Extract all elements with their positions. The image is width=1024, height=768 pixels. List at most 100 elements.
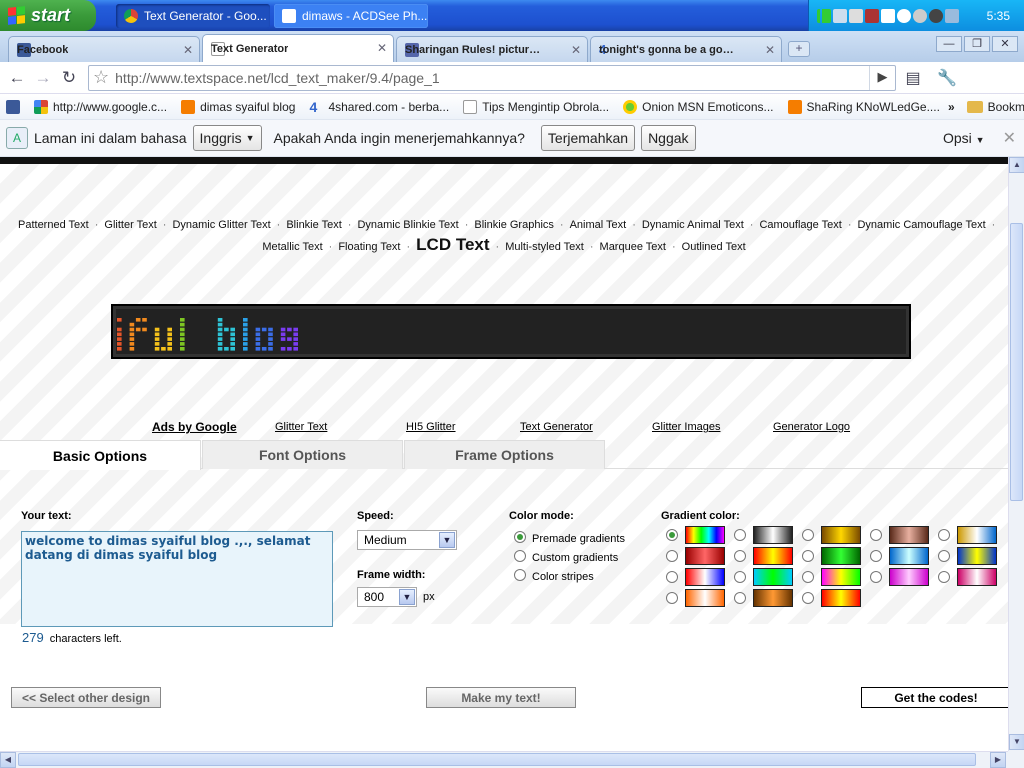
other-bookmarks[interactable]: Bookmark lain [966,100,1024,114]
antivirus-icon[interactable] [881,8,895,23]
style-link[interactable]: Marquee Text [600,241,666,253]
ad-link-generator-logo[interactable]: Generator Logo [773,421,850,433]
gradient-swatch[interactable] [821,526,861,544]
gradient-swatch[interactable] [889,547,929,565]
select-other-design-button[interactable]: << Select other design [11,687,161,708]
your-text-textarea[interactable]: welcome to dimas syaiful blog .,., selam… [21,531,333,627]
page-menu-icon[interactable]: ▤ [896,68,930,88]
color-mode-premade-radio[interactable] [514,531,526,543]
ad-link-hi5-glitter[interactable]: HI5 Glitter [406,421,456,433]
gradient-radio[interactable] [666,529,678,541]
network-icon[interactable] [865,8,879,23]
close-icon[interactable]: ✕ [183,43,193,57]
gradient-swatch[interactable] [889,526,929,544]
gradient-swatch[interactable] [753,547,793,565]
tab-text-generator[interactable]: Text Generator ✕ [202,34,394,62]
tab-sharingan[interactable]: Sharingan Rules! picture b... ✕ [396,36,588,62]
bookmark-dimas-blog[interactable]: dimas syaiful blog [181,99,295,114]
style-link[interactable]: Blinkie Graphics [474,219,553,231]
style-link[interactable]: Metallic Text [262,241,322,253]
tab-facebook[interactable]: Facebook ✕ [8,36,200,62]
gradient-radio[interactable] [870,529,882,541]
gradient-swatch[interactable] [957,547,997,565]
gradient-radio[interactable] [938,550,950,562]
gradient-swatch[interactable] [753,589,793,607]
tab-font-options[interactable]: Font Options [202,440,403,469]
no-translate-button[interactable]: Nggak [641,125,696,151]
gradient-radio[interactable] [734,592,746,604]
gradient-radio[interactable] [802,550,814,562]
close-window-button[interactable]: ✕ [992,36,1018,52]
go-icon[interactable]: ▶ [869,65,895,90]
gradient-swatch[interactable] [821,589,861,607]
address-bar[interactable]: ☆ http://www.textspace.net/lcd_text_make… [88,64,896,91]
vertical-scroll-thumb[interactable] [1010,223,1023,501]
speed-select[interactable]: Medium ▼ [357,530,457,550]
style-link[interactable]: Dynamic Animal Text [642,219,744,231]
translate-button[interactable]: Terjemahkan [540,125,636,151]
gradient-radio[interactable] [802,592,814,604]
forward-button[interactable]: → [32,67,54,89]
bookmark-tips[interactable]: Tips Mengintip Obrola... [463,99,609,114]
gradient-radio[interactable] [666,571,678,583]
back-button[interactable]: ← [6,67,28,89]
gradient-swatch[interactable] [957,568,997,586]
minimize-button[interactable]: — [936,36,962,52]
update-icon[interactable] [929,8,943,23]
style-link[interactable]: Dynamic Blinkie Text [357,219,458,231]
gradient-radio[interactable] [734,571,746,583]
gradient-radio[interactable] [734,550,746,562]
bookmark-4shared[interactable]: 4 4shared.com - berba... [309,100,449,114]
shield-icon[interactable] [913,8,927,23]
clock[interactable]: 5:35 [987,9,1010,23]
signal-icon[interactable] [817,8,831,23]
make-my-text-button[interactable]: Make my text! [426,687,576,708]
style-link[interactable]: Animal Text [570,219,627,231]
ads-by-google-link[interactable]: Ads by Google [152,420,237,434]
gradient-radio[interactable] [870,571,882,583]
scroll-right-icon[interactable]: ▶ [990,752,1006,768]
bookmark-star-icon[interactable]: ☆ [93,67,109,88]
get-the-codes-button[interactable]: Get the codes! [861,687,1008,708]
monitor-icon[interactable] [945,8,959,23]
close-icon[interactable]: ✕ [377,41,387,55]
color-mode-custom-radio[interactable] [514,550,526,562]
wrench-icon[interactable]: 🔧 [930,68,964,88]
style-link[interactable]: Blinkie Text [286,219,341,231]
bookmark-facebook-icon-only[interactable] [6,99,20,114]
style-link[interactable]: Camouflage Text [759,219,841,231]
tab-4shared[interactable]: 4 tonight's gonna be a good ... ✕ [590,36,782,62]
maximize-button[interactable]: ❐ [964,36,990,52]
gradient-swatch[interactable] [821,547,861,565]
ad-link-text-generator[interactable]: Text Generator [520,421,593,433]
gradient-radio[interactable] [666,592,678,604]
close-icon[interactable]: ✕ [765,43,775,57]
gradient-radio[interactable] [802,571,814,583]
start-button[interactable]: start [0,0,96,31]
style-link[interactable]: Patterned Text [18,219,89,231]
scroll-down-icon[interactable]: ▼ [1009,734,1024,750]
gradient-swatch[interactable] [685,547,725,565]
horizontal-scroll-thumb[interactable] [18,753,976,766]
gradient-radio[interactable] [870,550,882,562]
style-link[interactable]: Outlined Text [682,241,746,253]
bookmark-onion[interactable]: Onion MSN Emoticons... [623,99,774,114]
gradient-radio[interactable] [938,571,950,583]
style-link[interactable]: Dynamic Glitter Text [172,219,270,231]
frame-width-select[interactable]: 800 ▼ [357,587,417,607]
bookmark-sharing[interactable]: ShaRing KNoWLedGe.... [787,99,940,114]
security-icon[interactable] [897,8,911,23]
gradient-swatch[interactable] [685,526,725,544]
close-icon[interactable]: ✕ [1003,128,1016,148]
style-link[interactable]: Floating Text [338,241,400,253]
new-tab-button[interactable]: + [788,41,810,57]
gradient-radio[interactable] [734,529,746,541]
network-icon[interactable] [833,8,847,23]
style-link[interactable]: Dynamic Camouflage Text [857,219,985,231]
tab-basic-options[interactable]: Basic Options [0,440,201,470]
reload-button[interactable]: ↻ [58,67,80,89]
gradient-radio[interactable] [938,529,950,541]
gradient-swatch[interactable] [753,526,793,544]
volume-icon[interactable] [849,8,863,23]
gradient-swatch[interactable] [753,568,793,586]
